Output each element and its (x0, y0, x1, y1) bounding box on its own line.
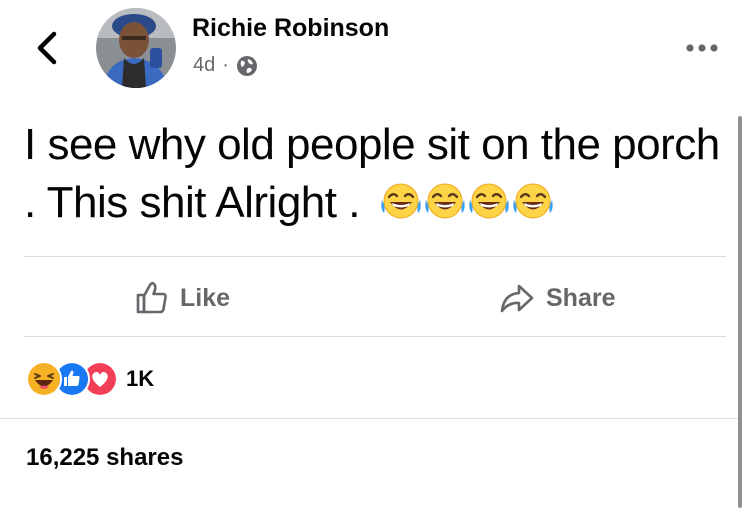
post-header: Richie Robinson 4d · (0, 0, 750, 100)
meta-separator: · (222, 54, 229, 76)
reactions-summary[interactable]: 1K (26, 361, 155, 397)
face-with-tears-of-joy-emoji (469, 183, 509, 219)
divider (24, 336, 726, 337)
like-button[interactable]: Like (134, 276, 230, 320)
divider (0, 418, 738, 419)
face-with-tears-of-joy-emoji (425, 183, 465, 219)
author-name[interactable]: Richie Robinson (192, 14, 389, 43)
haha-icon (26, 361, 62, 397)
shares-count[interactable]: 16,225 shares (26, 444, 183, 472)
divider (24, 256, 726, 257)
post-body: I see why old people sit on the porch . … (24, 116, 724, 232)
post-time[interactable]: 4d (193, 54, 215, 77)
share-label: Share (546, 283, 616, 312)
face-with-tears-of-joy-emoji (381, 183, 421, 219)
inline-emojis (380, 181, 554, 223)
share-button[interactable]: Share (498, 276, 615, 320)
like-label: Like (180, 283, 231, 312)
more-options-icon[interactable] (682, 38, 722, 58)
avatar[interactable] (96, 8, 176, 88)
globe-icon (236, 55, 257, 76)
reaction-count: 1K (126, 366, 155, 391)
face-with-tears-of-joy-emoji (513, 183, 553, 219)
post-meta: 4d · (193, 54, 258, 77)
thumbs-up-icon (136, 281, 167, 314)
scrollbar[interactable] (738, 116, 742, 508)
share-arrow-icon (500, 284, 534, 313)
post-text: I see why old people sit on the porch . … (24, 120, 720, 227)
back-arrow-icon[interactable] (30, 28, 66, 68)
